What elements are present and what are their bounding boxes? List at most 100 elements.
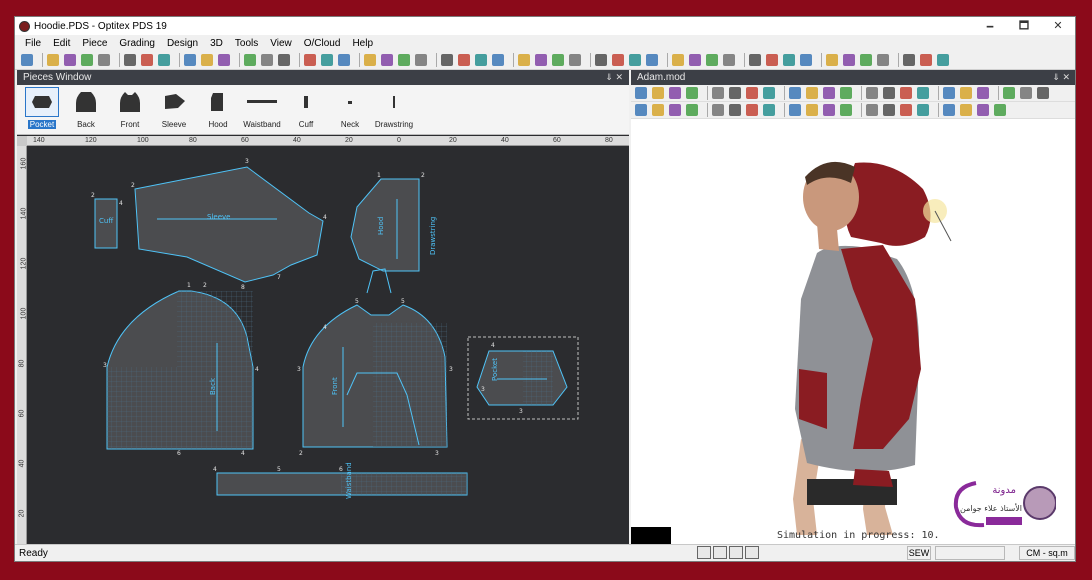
toolbar-button-icon[interactable]	[917, 104, 929, 116]
piece-drawstring[interactable]: Drawstring	[372, 87, 416, 129]
toolbar-button-icon[interactable]	[1037, 87, 1049, 99]
toolbar-button-icon[interactable]	[823, 104, 835, 116]
drawstring-piece[interactable]	[366, 268, 392, 294]
sewing-icon-2[interactable]	[713, 546, 727, 559]
3d-viewport[interactable]: Simulation in progress: 10. مدونة الأستا…	[631, 119, 1075, 545]
toolbar-button-icon[interactable]	[1003, 87, 1015, 99]
toolbar-button-icon[interactable]	[21, 54, 33, 66]
toolbar-button-icon[interactable]	[64, 54, 76, 66]
toolbar-button-icon[interactable]	[278, 54, 290, 66]
toolbar-button-icon[interactable]	[766, 54, 778, 66]
minimize-button[interactable]: 🗕	[973, 17, 1007, 35]
sleeve-piece[interactable]	[134, 166, 324, 283]
toolbar-button-icon[interactable]	[1020, 87, 1032, 99]
menu-ocloud[interactable]: O/Cloud	[304, 38, 341, 49]
toolbar-button-icon[interactable]	[960, 87, 972, 99]
toolbar-button-icon[interactable]	[943, 87, 955, 99]
toolbar-button-icon[interactable]	[635, 87, 647, 99]
toolbar-button-icon[interactable]	[535, 54, 547, 66]
toolbar-button-icon[interactable]	[552, 54, 564, 66]
toolbar-button-icon[interactable]	[783, 54, 795, 66]
piece-cuff[interactable]: Cuff	[284, 87, 328, 129]
toolbar-button-icon[interactable]	[712, 104, 724, 116]
toolbar-button-icon[interactable]	[492, 54, 504, 66]
toolbar-button-icon[interactable]	[646, 54, 658, 66]
toolbar-button-icon[interactable]	[826, 54, 838, 66]
toolbar-button-icon[interactable]	[763, 87, 775, 99]
sewing-icon-3[interactable]	[729, 546, 743, 559]
menu-piece[interactable]: Piece	[82, 38, 107, 49]
toolbar-button-icon[interactable]	[441, 54, 453, 66]
close-button[interactable]: ✕	[1041, 17, 1075, 35]
menu-tools[interactable]: Tools	[235, 38, 258, 49]
toolbar-button-icon[interactable]	[977, 104, 989, 116]
sewing-icon-4[interactable]	[745, 546, 759, 559]
toolbar-button-icon[interactable]	[883, 104, 895, 116]
toolbar-button-icon[interactable]	[746, 104, 758, 116]
toolbar-button-icon[interactable]	[749, 54, 761, 66]
toolbar-button-icon[interactable]	[686, 87, 698, 99]
hood-piece[interactable]	[350, 178, 420, 272]
toolbar-button-icon[interactable]	[729, 87, 741, 99]
toolbar-button-icon[interactable]	[903, 54, 915, 66]
toolbar-button-icon[interactable]	[364, 54, 376, 66]
toolbar-button-icon[interactable]	[201, 54, 213, 66]
toolbar-button-icon[interactable]	[47, 54, 59, 66]
toolbar-button-icon[interactable]	[706, 54, 718, 66]
toolbar-button-icon[interactable]	[218, 54, 230, 66]
toolbar-button-icon[interactable]	[124, 54, 136, 66]
toolbar-button-icon[interactable]	[994, 104, 1006, 116]
piece-hood[interactable]: Hood	[196, 87, 240, 129]
toolbar-button-icon[interactable]	[669, 87, 681, 99]
toolbar-button-icon[interactable]	[866, 104, 878, 116]
toolbar-button-icon[interactable]	[81, 54, 93, 66]
toolbar-button-icon[interactable]	[652, 87, 664, 99]
toolbar-button-icon[interactable]	[920, 54, 932, 66]
toolbar-button-icon[interactable]	[629, 54, 641, 66]
toolbar-button-icon[interactable]	[712, 87, 724, 99]
piece-waistband[interactable]: Waistband	[240, 87, 284, 129]
toolbar-button-icon[interactable]	[943, 104, 955, 116]
toolbar-button-icon[interactable]	[518, 54, 530, 66]
toolbar-button-icon[interactable]	[883, 87, 895, 99]
menu-3d[interactable]: 3D	[210, 38, 223, 49]
toolbar-button-icon[interactable]	[937, 54, 949, 66]
toolbar-button-icon[interactable]	[763, 104, 775, 116]
toolbar-button-icon[interactable]	[866, 87, 878, 99]
toolbar-button-icon[interactable]	[789, 87, 801, 99]
toolbar-button-icon[interactable]	[960, 104, 972, 116]
toolbar-button-icon[interactable]	[158, 54, 170, 66]
toolbar-button-icon[interactable]	[686, 104, 698, 116]
toolbar-button-icon[interactable]	[569, 54, 581, 66]
piece-neck[interactable]: Neck	[328, 87, 372, 129]
toolbar-button-icon[interactable]	[458, 54, 470, 66]
toolbar-button-icon[interactable]	[98, 54, 110, 66]
toolbar-button-icon[interactable]	[789, 104, 801, 116]
toolbar-button-icon[interactable]	[398, 54, 410, 66]
toolbar-button-icon[interactable]	[877, 54, 889, 66]
toolbar-button-icon[interactable]	[900, 87, 912, 99]
toolbar-button-icon[interactable]	[843, 54, 855, 66]
piece-pocket[interactable]: Pocket	[20, 87, 64, 129]
menu-design[interactable]: Design	[167, 38, 198, 49]
toolbar-button-icon[interactable]	[415, 54, 427, 66]
toolbar-button-icon[interactable]	[261, 54, 273, 66]
toolbar-button-icon[interactable]	[672, 54, 684, 66]
maximize-button[interactable]: 🗖	[1007, 17, 1041, 35]
toolbar-button-icon[interactable]	[840, 87, 852, 99]
toolbar-button-icon[interactable]	[321, 54, 333, 66]
menu-help[interactable]: Help	[352, 38, 373, 49]
toolbar-button-icon[interactable]	[244, 54, 256, 66]
pattern-canvas[interactable]: Cuff Sleeve Hood Back Front Pocket Waist…	[27, 147, 629, 545]
toolbar-button-icon[interactable]	[823, 87, 835, 99]
toolbar-button-icon[interactable]	[635, 104, 647, 116]
toolbar-button-icon[interactable]	[141, 54, 153, 66]
toolbar-button-icon[interactable]	[900, 104, 912, 116]
menu-view[interactable]: View	[270, 38, 292, 49]
view3d-pin-icon[interactable]: ⇓ ✕	[1052, 72, 1070, 83]
toolbar-button-icon[interactable]	[338, 54, 350, 66]
toolbar-button-icon[interactable]	[729, 104, 741, 116]
toolbar-button-icon[interactable]	[595, 54, 607, 66]
toolbar-button-icon[interactable]	[840, 104, 852, 116]
toolbar-button-icon[interactable]	[977, 87, 989, 99]
